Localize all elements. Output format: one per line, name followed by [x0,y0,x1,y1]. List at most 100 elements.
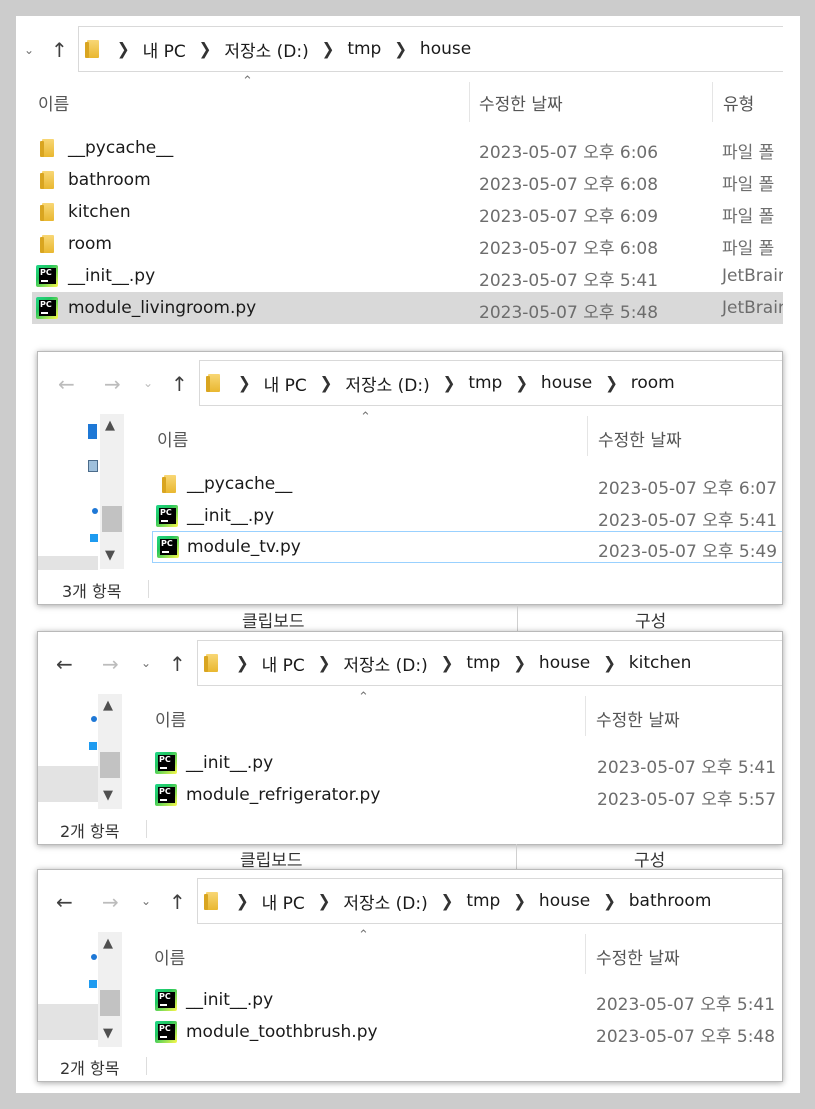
up-arrow-icon[interactable]: ↑ [169,654,186,674]
breadcrumb-tmp[interactable]: tmp [347,39,381,59]
scrollbar-thumb[interactable] [102,506,122,532]
file-date: 2023-05-07 오후 6:08 [479,239,659,259]
chevron-right-icon[interactable]: ❯ [236,653,249,673]
file-date: 2023-05-07 오후 6:07 [598,479,778,499]
breadcrumb-current[interactable]: room [631,373,675,393]
file-row[interactable]: __pycache__ 2023-05-07 오후 6:06 파일 폴 [32,132,783,164]
file-date: 2023-05-07 오후 5:57 [597,790,777,810]
scroll-up-icon[interactable]: ▲ [103,698,113,713]
breadcrumb-drive[interactable]: 저장소 (D:) [343,889,427,914]
scroll-up-icon[interactable]: ▲ [103,936,113,951]
chevron-right-icon[interactable]: ❯ [394,39,407,59]
column-header-name[interactable]: 이름 [154,944,185,969]
back-arrow-icon[interactable]: ← [56,654,73,674]
breadcrumb-house[interactable]: house [420,39,471,59]
address-bar[interactable]: ❯ 내 PC ❯ 저장소 (D:) ❯ tmp ❯ house [78,26,783,72]
chevron-right-icon[interactable]: ❯ [322,39,335,59]
column-header-type[interactable]: 유형 [723,90,754,115]
breadcrumb-house[interactable]: house [539,891,590,911]
chevron-right-icon[interactable]: ❯ [605,373,618,393]
scroll-down-icon[interactable]: ▼ [103,1026,113,1041]
column-header-modified[interactable]: 수정한 날짜 [479,90,563,115]
up-arrow-icon[interactable]: ↑ [169,892,186,912]
forward-arrow-icon[interactable]: → [104,374,121,394]
column-divider[interactable] [585,696,586,736]
scrollbar-thumb[interactable] [100,990,120,1016]
address-bar[interactable]: ❯ 내 PC ❯ 저장소 (D:) ❯ tmp ❯ house ❯ kitche… [197,640,782,686]
breadcrumb-tmp[interactable]: tmp [468,373,502,393]
back-arrow-icon[interactable]: ← [58,374,75,394]
column-divider[interactable] [587,416,588,456]
breadcrumb-current[interactable]: kitchen [629,653,692,673]
forward-arrow-icon[interactable]: → [102,892,119,912]
column-header-modified[interactable]: 수정한 날짜 [596,706,680,731]
nav-scrollbar[interactable]: ▲ ▼ [98,694,122,809]
column-header-name[interactable]: 이름 [157,426,188,451]
column-divider[interactable] [585,934,586,974]
chevron-right-icon[interactable]: ❯ [603,653,616,673]
chevron-right-icon[interactable]: ❯ [318,653,331,673]
file-row[interactable]: module_refrigerator.py 2023-05-07 오후 5:5… [151,779,782,811]
chevron-right-icon[interactable]: ❯ [117,39,130,59]
breadcrumb-current[interactable]: bathroom [629,891,712,911]
chevron-right-icon[interactable]: ❯ [515,373,528,393]
file-type: 파일 폴 [722,239,775,259]
chevron-right-icon[interactable]: ❯ [443,373,456,393]
scrollbar-thumb[interactable] [100,752,120,778]
column-divider[interactable] [469,82,470,122]
back-arrow-icon[interactable]: ← [56,892,73,912]
column-header-modified[interactable]: 수정한 날짜 [598,426,682,451]
breadcrumb-pc[interactable]: 내 PC [264,371,307,396]
breadcrumb-pc[interactable]: 내 PC [143,37,186,62]
up-arrow-icon[interactable]: ↑ [51,40,68,60]
chevron-right-icon[interactable]: ❯ [513,891,526,911]
chevron-right-icon[interactable]: ❯ [199,39,212,59]
file-name: module_refrigerator.py [186,785,381,805]
file-row[interactable]: kitchen 2023-05-07 오후 6:09 파일 폴 [32,196,783,228]
breadcrumb-tmp[interactable]: tmp [466,653,500,673]
file-row[interactable]: __init__.py 2023-05-07 오후 5:41 [152,500,782,532]
recent-locations-icon[interactable]: ⌄ [143,377,153,389]
up-arrow-icon[interactable]: ↑ [171,374,188,394]
chevron-right-icon[interactable]: ❯ [236,891,249,911]
recent-locations-icon[interactable]: ⌄ [141,895,151,907]
breadcrumb-drive[interactable]: 저장소 (D:) [343,651,427,676]
file-row[interactable]: bathroom 2023-05-07 오후 6:08 파일 폴 [32,164,783,196]
recent-locations-icon[interactable]: ⌄ [24,44,34,56]
breadcrumb-pc[interactable]: 내 PC [262,889,305,914]
file-row-selected[interactable]: module_livingroom.py 2023-05-07 오후 5:48 … [32,292,783,324]
chevron-right-icon[interactable]: ❯ [238,373,251,393]
column-header-modified[interactable]: 수정한 날짜 [596,944,680,969]
breadcrumb-pc[interactable]: 내 PC [262,651,305,676]
chevron-right-icon[interactable]: ❯ [320,373,333,393]
file-row[interactable]: module_toothbrush.py 2023-05-07 오후 5:48 [151,1016,782,1048]
chevron-right-icon[interactable]: ❯ [513,653,526,673]
file-row[interactable]: __pycache__ 2023-05-07 오후 6:07 [152,468,782,500]
breadcrumb-house[interactable]: house [541,373,592,393]
scroll-down-icon[interactable]: ▼ [103,788,113,803]
file-row[interactable]: __init__.py 2023-05-07 오후 5:41 JetBrain [32,260,783,292]
nav-scrollbar[interactable]: ▲ ▼ [100,414,124,569]
file-row-focused[interactable]: module_tv.py 2023-05-07 오후 5:49 [152,531,782,563]
breadcrumb-house[interactable]: house [539,653,590,673]
forward-arrow-icon[interactable]: → [102,654,119,674]
nav-scrollbar[interactable]: ▲ ▼ [98,932,122,1047]
recent-locations-icon[interactable]: ⌄ [141,657,151,669]
file-row[interactable]: room 2023-05-07 오후 6:08 파일 폴 [32,228,783,260]
chevron-right-icon[interactable]: ❯ [441,891,454,911]
breadcrumb-drive[interactable]: 저장소 (D:) [345,371,429,396]
chevron-right-icon[interactable]: ❯ [603,891,616,911]
scroll-up-icon[interactable]: ▲ [105,418,115,433]
scroll-down-icon[interactable]: ▼ [105,548,115,563]
column-header-name[interactable]: 이름 [38,90,69,115]
breadcrumb-tmp[interactable]: tmp [466,891,500,911]
breadcrumb-drive[interactable]: 저장소 (D:) [224,37,308,62]
file-row[interactable]: __init__.py 2023-05-07 오후 5:41 [151,984,782,1016]
chevron-right-icon[interactable]: ❯ [441,653,454,673]
file-row[interactable]: __init__.py 2023-05-07 오후 5:41 [151,747,782,779]
column-divider[interactable] [712,82,713,122]
column-header-name[interactable]: 이름 [155,706,186,731]
chevron-right-icon[interactable]: ❯ [318,891,331,911]
address-bar[interactable]: ❯ 내 PC ❯ 저장소 (D:) ❯ tmp ❯ house ❯ room [199,360,782,406]
address-bar[interactable]: ❯ 내 PC ❯ 저장소 (D:) ❯ tmp ❯ house ❯ bathro… [197,878,782,924]
